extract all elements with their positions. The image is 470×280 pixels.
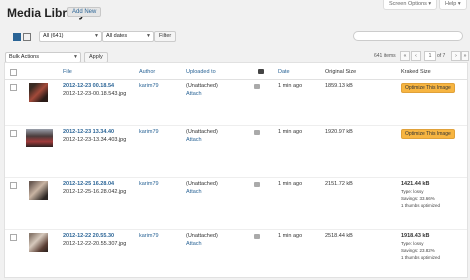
comment-bubble-icon [254, 182, 260, 187]
next-page-button[interactable]: › [451, 51, 461, 61]
table-row: 2012-12-23 13.34.40 2012-12-23-13.34.403… [5, 126, 467, 176]
row-checkbox[interactable] [10, 130, 17, 137]
select-all-checkbox[interactable] [10, 69, 17, 76]
attach-link[interactable]: Attach [186, 241, 202, 247]
column-author[interactable]: Author [139, 69, 155, 75]
file-name: 2012-12-22-20.55.307.jpg [63, 241, 127, 247]
media-thumbnail[interactable] [29, 83, 48, 102]
file-name: 2012-12-25-16.28.042.jpg [63, 189, 127, 195]
optimize-image-button[interactable]: Optimize This Image [401, 129, 455, 139]
prev-page-button[interactable]: ‹ [411, 51, 421, 61]
page-number-input[interactable]: 1 [424, 51, 436, 61]
media-thumbnail[interactable] [29, 181, 48, 200]
table-row: 2012-12-25 16.28.04 2012-12-25-16.28.042… [5, 178, 467, 228]
media-thumbnail[interactable] [29, 233, 48, 252]
kraked-type: Type: lossy [401, 241, 424, 246]
row-checkbox[interactable] [10, 84, 17, 91]
file-name: 2012-12-23-13.34.403.jpg [63, 137, 127, 143]
author-link[interactable]: karim79 [139, 129, 159, 135]
author-link[interactable]: karim79 [139, 181, 159, 187]
column-original-size: Original Size [325, 69, 357, 75]
kraked-thumbs: 1 thumbs optimized [401, 255, 441, 260]
screen-options-tab[interactable]: Screen Options ▾ [383, 0, 438, 10]
file-title-link[interactable]: 2012-12-22 20.55.30 [63, 233, 114, 239]
comment-bubble-icon [254, 130, 260, 135]
date-filter-value: All dates [106, 33, 128, 39]
column-file[interactable]: File [63, 69, 72, 75]
page-total: of 7 [437, 53, 446, 59]
kraked-savings: Savings: 23.82% [401, 248, 435, 253]
last-page-button[interactable]: » [461, 51, 469, 61]
original-size-value: 2151.72 kB [325, 181, 353, 187]
uploaded-to-value: (Unattached) [186, 233, 218, 239]
attach-link[interactable]: Attach [186, 189, 202, 195]
list-view-icon[interactable] [13, 33, 21, 41]
items-count: 641 items [374, 53, 396, 59]
uploaded-to-value: (Unattached) [186, 181, 218, 187]
author-link[interactable]: karim79 [139, 83, 159, 89]
attach-link[interactable]: Attach [186, 91, 202, 97]
kraked-savings: Savings: 33.66% [401, 196, 435, 201]
comment-bubble-icon [254, 84, 260, 89]
first-page-button[interactable]: « [400, 51, 410, 61]
column-kraked-size: Kraked Size [401, 69, 431, 75]
search-input[interactable] [353, 31, 463, 41]
add-new-button[interactable]: Add New [67, 7, 102, 17]
column-date[interactable]: Date [278, 69, 290, 75]
date-value: 1 min ago [278, 83, 303, 89]
comments-icon [258, 69, 264, 74]
media-table: File Author Uploaded to Date Original Si… [4, 62, 468, 278]
date-filter[interactable]: All dates ▼ [102, 31, 154, 42]
date-value: 1 min ago [278, 181, 303, 187]
kraked-thumbs: 1 thumbs optimized [401, 203, 441, 208]
row-checkbox[interactable] [10, 234, 17, 241]
grid-view-icon[interactable] [23, 33, 31, 41]
media-type-filter[interactable]: All (641) ▼ [39, 31, 102, 42]
original-size-value: 1859.13 kB [325, 83, 353, 89]
optimize-image-button[interactable]: Optimize This Image [401, 83, 455, 93]
column-uploaded-to[interactable]: Uploaded to [186, 69, 216, 75]
filter-button[interactable]: Filter [154, 31, 177, 42]
comment-bubble-icon [254, 234, 260, 239]
original-size-value: 2518.44 kB [325, 233, 353, 239]
uploaded-to-value: (Unattached) [186, 83, 218, 89]
help-tab[interactable]: Help ▾ [439, 0, 467, 10]
date-value: 1 min ago [278, 129, 303, 135]
file-title-link[interactable]: 2012-12-23 13.34.40 [63, 129, 114, 135]
kraked-size-value: 1918.43 kB [401, 233, 430, 239]
kraked-type: Type: lossy [401, 189, 424, 194]
chevron-down-icon: ▼ [94, 33, 99, 39]
media-type-filter-value: All (641) [43, 33, 64, 39]
attach-link[interactable]: Attach [186, 137, 202, 143]
file-name: 2012-12-23-00.18.543.jpg [63, 91, 127, 97]
table-row: 2012-12-22 20.55.30 2012-12-22-20.55.307… [5, 230, 467, 280]
table-row: 2012-12-23 00.18.54 2012-12-23-00.18.543… [5, 80, 467, 130]
chevron-down-icon: ▼ [73, 54, 78, 60]
bulk-actions-value: Bulk Actions [9, 54, 39, 60]
original-size-value: 1920.97 kB [325, 129, 353, 135]
author-link[interactable]: karim79 [139, 233, 159, 239]
kraked-size-value: 1421.44 kB [401, 181, 430, 187]
uploaded-to-value: (Unattached) [186, 129, 218, 135]
chevron-down-icon: ▼ [146, 33, 151, 39]
file-title-link[interactable]: 2012-12-23 00.18.54 [63, 83, 114, 89]
file-title-link[interactable]: 2012-12-25 16.28.04 [63, 181, 114, 187]
row-checkbox[interactable] [10, 182, 17, 189]
date-value: 1 min ago [278, 233, 303, 239]
media-thumbnail[interactable] [26, 129, 53, 147]
